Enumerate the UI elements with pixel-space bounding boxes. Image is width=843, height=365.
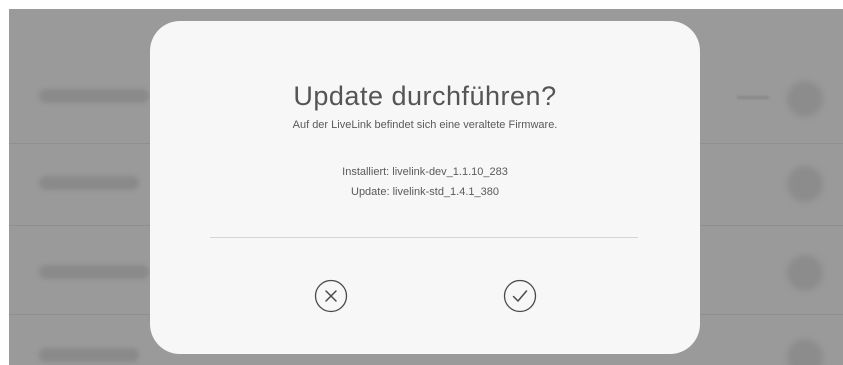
background-list-item-icon [787, 255, 823, 291]
background-list-item-label [39, 348, 139, 362]
background-list-item-label [39, 176, 139, 190]
background-list-item-dash [737, 96, 769, 99]
dialog-divider [210, 237, 638, 238]
background-list-item-icon [787, 166, 823, 202]
cancel-button[interactable] [314, 279, 348, 313]
background-list-item-label [39, 89, 149, 103]
check-circle-icon [503, 279, 537, 313]
update-firmware-version: Update: livelink-std_1.4.1_380 [351, 186, 499, 198]
dialog-title: Update durchführen? [293, 81, 557, 111]
background-list-item-icon [787, 81, 823, 117]
screen: Update durchführen? Auf der LiveLink bef… [0, 0, 843, 365]
dialog-message: Auf der LiveLink befindet sich eine vera… [292, 119, 558, 131]
background-list-item-icon [787, 339, 823, 365]
installed-firmware-version: Installiert: livelink-dev_1.1.10_283 [342, 166, 508, 178]
update-dialog: Update durchführen? Auf der LiveLink bef… [150, 21, 700, 354]
background-list-item-label [39, 265, 149, 279]
confirm-button[interactable] [503, 279, 537, 313]
close-circle-icon [314, 279, 348, 313]
